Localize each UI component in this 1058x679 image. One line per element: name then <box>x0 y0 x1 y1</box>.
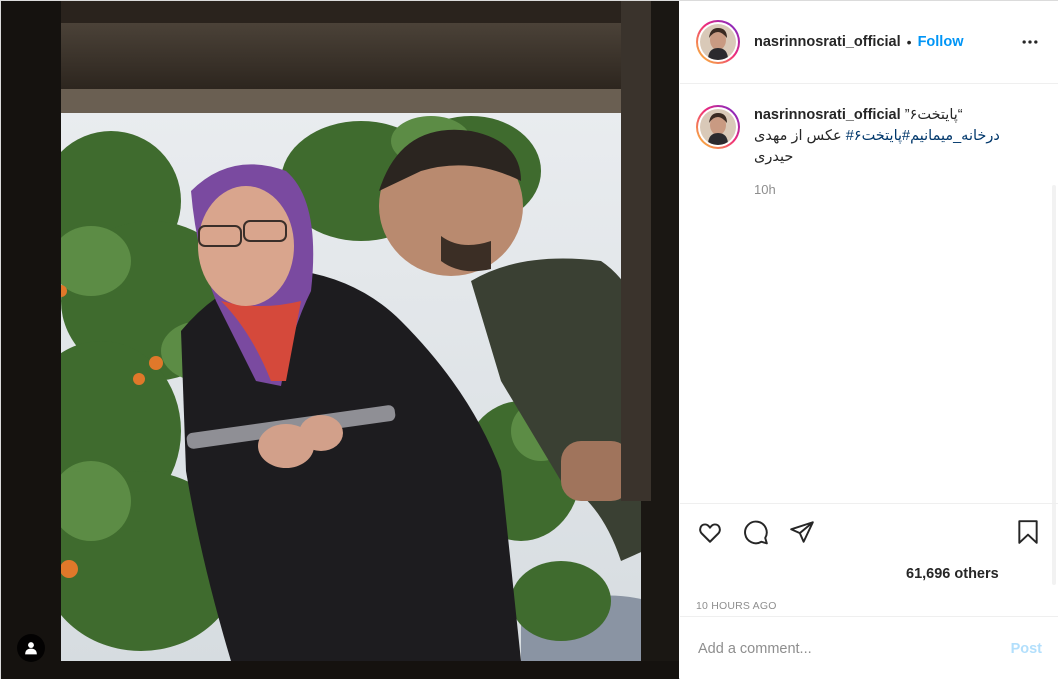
comment-input[interactable] <box>698 640 1011 657</box>
comment-icon[interactable] <box>742 518 770 546</box>
post-comment-button[interactable]: Post <box>1011 641 1042 657</box>
caption-avatar[interactable] <box>696 105 740 149</box>
post-header: nasrinnosrati_official • Follow <box>680 1 1058 84</box>
likes-count[interactable]: 61,696 others <box>696 566 1042 582</box>
caption-line-1: “پایتخت۶” <box>904 107 963 123</box>
post-side-panel: nasrinnosrati_official • Follow nasrinno… <box>680 1 1058 679</box>
bookmark-icon[interactable] <box>1014 518 1042 546</box>
hashtag-link[interactable]: درخانه_میمانیم# <box>902 128 1000 144</box>
caption-text: nasrinnosrati_official “پایتخت۶” درخانه_… <box>754 105 1034 168</box>
header-separator: • <box>906 34 912 50</box>
person-icon <box>25 642 37 655</box>
heart-icon[interactable] <box>696 518 724 546</box>
post-photo[interactable] <box>1 1 679 679</box>
avatar-image <box>700 24 736 60</box>
follow-button[interactable]: Follow <box>918 34 964 50</box>
avatar[interactable] <box>696 20 740 64</box>
photo-illustration <box>1 1 679 679</box>
caption-username[interactable]: nasrinnosrati_official <box>754 107 901 123</box>
caption-area: nasrinnosrati_official “پایتخت۶” درخانه_… <box>680 85 1058 585</box>
caption-row: nasrinnosrati_official “پایتخت۶” درخانه_… <box>696 105 1042 168</box>
caption-line-2-text: عکس از مهدی <box>754 128 846 144</box>
hashtag-link[interactable]: پایتخت۶# <box>846 128 902 144</box>
caption-time[interactable]: 10h <box>754 182 1042 197</box>
caption-line-3: حیدری <box>754 149 794 165</box>
avatar-inner <box>698 22 738 62</box>
caption-avatar-image <box>700 109 736 145</box>
instagram-post: nasrinnosrati_official • Follow nasrinno… <box>0 0 1058 679</box>
more-options-icon[interactable] <box>1018 30 1042 54</box>
tagged-users-icon[interactable] <box>17 634 45 662</box>
share-icon[interactable] <box>788 518 816 546</box>
caption-line-2: درخانه_میمانیم#پایتخت۶# عکس از مهدی <box>754 126 1034 147</box>
comment-box: Post <box>680 616 1058 679</box>
caption-avatar-inner <box>698 107 738 147</box>
post-timestamp: 10 HOURS AGO <box>696 600 777 612</box>
header-username[interactable]: nasrinnosrati_official <box>754 34 901 50</box>
icon-row <box>696 516 1042 548</box>
actions-bar: 61,696 others 10 HOURS AGO <box>680 503 1058 616</box>
